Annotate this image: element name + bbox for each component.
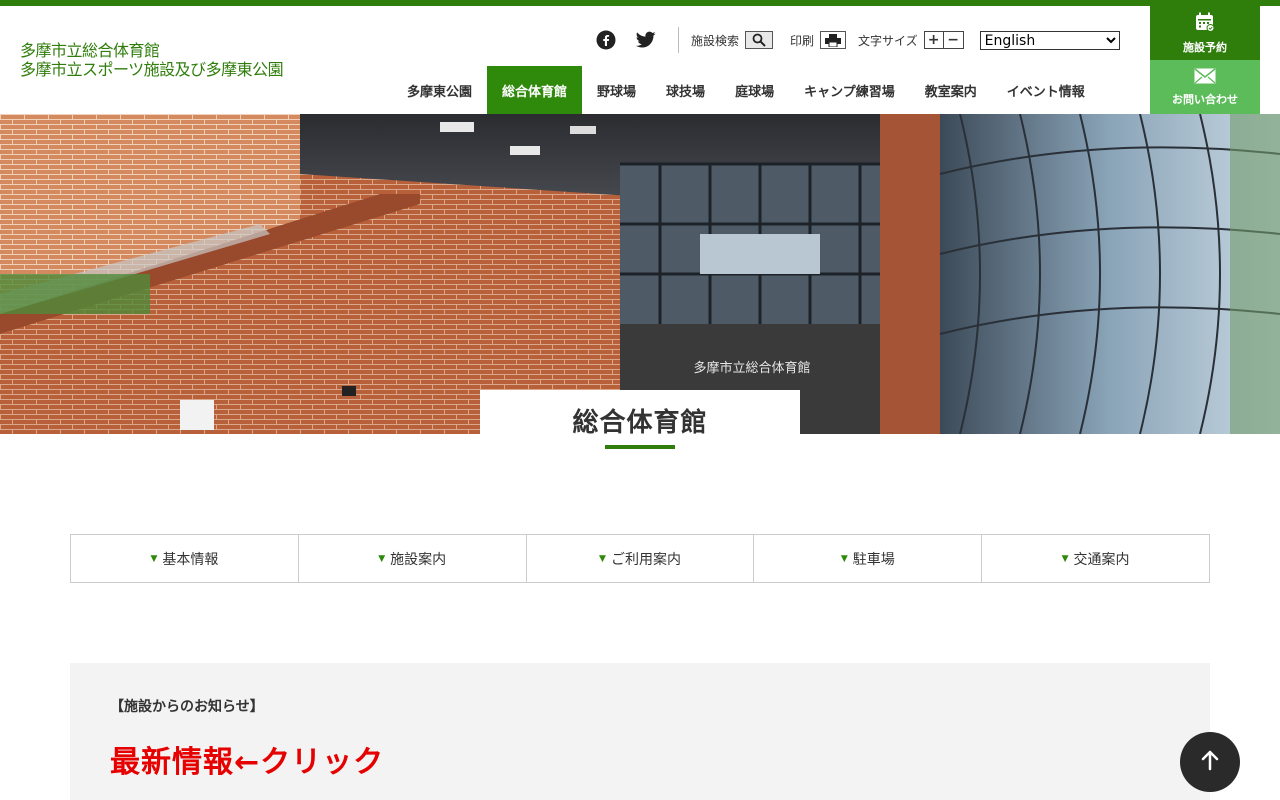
- tab-parking[interactable]: ▼ 駐車場: [754, 535, 983, 582]
- tab-label: 交通案内: [1073, 551, 1130, 568]
- notice-box: 【施設からのお知らせ】 最新情報←クリック: [70, 663, 1210, 800]
- nav-item-camp-practice[interactable]: キャンプ練習場: [789, 66, 910, 114]
- back-to-top-button[interactable]: [1180, 732, 1240, 792]
- nav-item-gymnasium[interactable]: 総合体育館: [487, 66, 583, 114]
- logo-line-1: 多摩市立総合体育館: [20, 41, 160, 60]
- font-size-control: 文字サイズ + −: [858, 31, 964, 49]
- notice-heading: 【施設からのお知らせ】: [110, 699, 264, 715]
- font-decrease-button[interactable]: −: [943, 31, 964, 49]
- nav-item-tennis-court[interactable]: 庭球場: [720, 66, 789, 114]
- tab-label: ご利用案内: [610, 551, 681, 568]
- tab-usage-guide[interactable]: ▼ ご利用案内: [527, 535, 755, 582]
- contact-label: お問い合わせ: [1172, 92, 1238, 106]
- anchor-tabs: ▼ 基本情報 ▼ 施設案内 ▼ ご利用案内 ▼ 駐車場 ▼ 交通案内: [70, 534, 1210, 583]
- main-nav: 多摩東公園 総合体育館 野球場 球技場 庭球場 キャンプ練習場 教室案内 イベン…: [392, 66, 1100, 114]
- nav-item-events[interactable]: イベント情報: [992, 66, 1100, 114]
- contact-button[interactable]: お問い合わせ: [1150, 60, 1260, 114]
- tab-access[interactable]: ▼ 交通案内: [982, 535, 1209, 582]
- triangle-down-icon: ▼: [599, 553, 606, 564]
- nav-item-ball-field[interactable]: 球技場: [651, 66, 720, 114]
- facility-search[interactable]: 施設検索: [691, 31, 774, 49]
- nav-item-tama-east-park[interactable]: 多摩東公園: [392, 66, 487, 114]
- search-icon[interactable]: [745, 31, 774, 49]
- page-title-box: 総合体育館: [480, 390, 800, 450]
- nav-item-classes[interactable]: 教室案内: [910, 66, 992, 114]
- font-size-label: 文字サイズ: [858, 33, 918, 48]
- sns-links: [596, 30, 678, 50]
- calendar-icon: [1195, 12, 1215, 35]
- font-increase-button[interactable]: +: [923, 31, 944, 49]
- triangle-down-icon: ▼: [840, 553, 848, 564]
- divider: [678, 27, 679, 53]
- tab-facility-guide[interactable]: ▼ 施設案内: [299, 535, 527, 582]
- printer-icon[interactable]: [820, 31, 847, 49]
- triangle-down-icon: ▼: [1061, 553, 1069, 564]
- print-label: 印刷: [790, 33, 815, 48]
- utility-bar: 施設検索 印刷 文字サイズ + − English: [596, 27, 1120, 53]
- hero-image: 多摩市立総合体育館: [0, 114, 1280, 434]
- triangle-down-icon: ▼: [378, 553, 386, 564]
- facility-search-label: 施設検索: [691, 33, 740, 48]
- top-accent-bar: [0, 0, 1280, 6]
- site-logo[interactable]: 多摩市立総合体育館 多摩市立スポーツ施設及び多摩東公園: [20, 41, 284, 79]
- twitter-icon[interactable]: [636, 31, 656, 49]
- page-title: 総合体育館: [572, 408, 708, 438]
- tab-label: 基本情報: [162, 551, 219, 568]
- reserve-button[interactable]: 施設予約: [1150, 6, 1260, 60]
- building-signage: 多摩市立総合体育館: [693, 360, 810, 376]
- language-select[interactable]: English: [979, 30, 1120, 50]
- logo-line-2: 多摩市立スポーツ施設及び多摩東公園: [20, 60, 284, 79]
- title-underline: [605, 445, 675, 449]
- latest-info-link[interactable]: 最新情報←クリック: [110, 737, 384, 781]
- tab-label: 駐車場: [852, 551, 895, 568]
- mail-icon: [1194, 67, 1216, 87]
- tab-label: 施設案内: [390, 551, 447, 568]
- arrow-up-icon: [1200, 749, 1220, 775]
- facebook-icon[interactable]: [596, 30, 616, 50]
- print-control[interactable]: 印刷: [790, 31, 847, 49]
- triangle-down-icon: ▼: [150, 553, 158, 564]
- reserve-label: 施設予約: [1183, 40, 1227, 54]
- tab-basic-info[interactable]: ▼ 基本情報: [71, 535, 299, 582]
- nav-item-baseball-field[interactable]: 野球場: [582, 66, 651, 114]
